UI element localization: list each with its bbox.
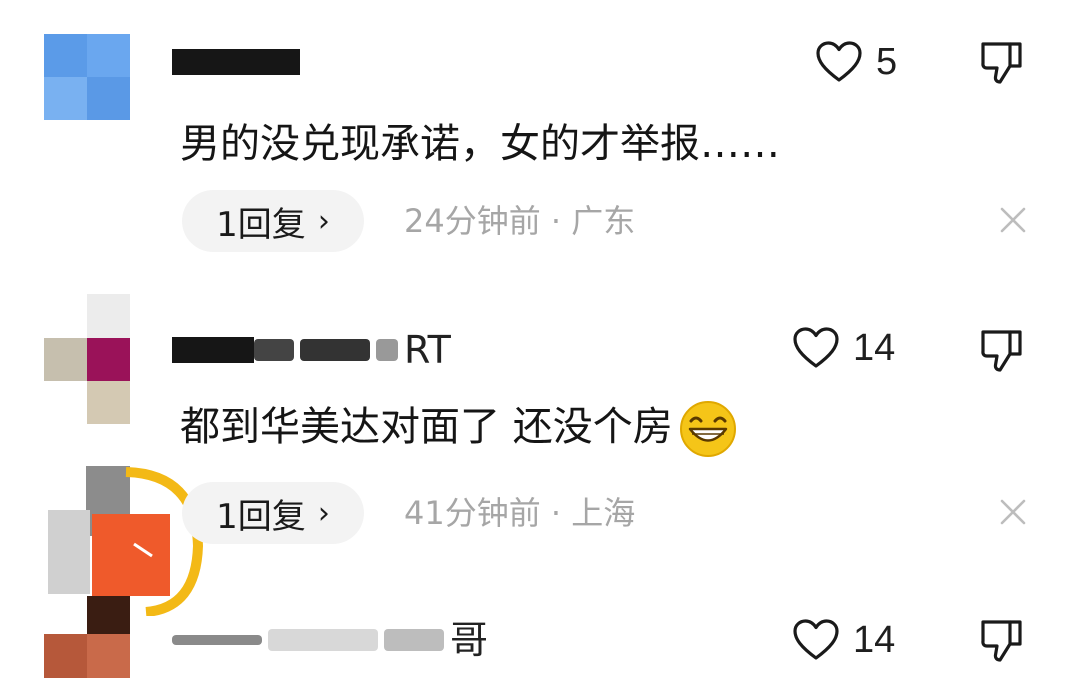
redacted-name bbox=[172, 49, 300, 75]
comment-item: RT 14 都到华美达对面了 还没个房 1回复 › 41分钟前 · 上海 bbox=[0, 280, 1080, 616]
view-replies-button[interactable]: 1回复 › bbox=[182, 190, 364, 252]
thumbs-down-icon[interactable] bbox=[980, 618, 1024, 664]
like-count: 14 bbox=[853, 618, 896, 661]
comment-item: 5 男的没兑现承诺，女的才举报…… 1回复 › 24分钟前 · 广东 bbox=[0, 0, 1080, 270]
heart-outline-icon bbox=[793, 619, 839, 660]
comment-meta: 41分钟前 · 上海 bbox=[404, 493, 635, 533]
grinning-face-emoji bbox=[679, 401, 736, 457]
chevron-right-icon: › bbox=[317, 495, 330, 531]
heart-outline-icon bbox=[816, 41, 862, 82]
username[interactable]: 哥 bbox=[172, 620, 488, 660]
chevron-right-icon: › bbox=[317, 203, 330, 239]
view-replies-button[interactable]: 1回复 › bbox=[182, 482, 364, 544]
reply-label: 1回复 bbox=[216, 496, 306, 537]
like-button[interactable]: 14 bbox=[793, 322, 895, 374]
like-count: 5 bbox=[876, 40, 898, 83]
location: 广东 bbox=[571, 202, 636, 240]
comment-text: 都到华美达对面了 还没个房 bbox=[180, 400, 737, 458]
comment-text: 男的没兑现承诺，女的才举报…… bbox=[180, 121, 780, 167]
separator: · bbox=[550, 202, 562, 240]
timestamp: 24分钟前 bbox=[404, 202, 541, 240]
thumbs-down-icon[interactable] bbox=[980, 328, 1024, 374]
avatar[interactable] bbox=[44, 294, 130, 424]
heart-outline-icon bbox=[793, 327, 839, 368]
redacted-name bbox=[172, 337, 254, 363]
username[interactable] bbox=[172, 42, 300, 82]
like-button[interactable]: 5 bbox=[816, 36, 897, 88]
close-icon[interactable] bbox=[999, 498, 1027, 526]
like-button[interactable]: 14 bbox=[793, 614, 895, 666]
reply-label: 1回复 bbox=[216, 204, 306, 245]
separator: · bbox=[550, 494, 562, 532]
like-count: 14 bbox=[853, 326, 896, 369]
location: 上海 bbox=[571, 494, 636, 532]
username[interactable]: RT bbox=[172, 330, 451, 370]
timestamp: 41分钟前 bbox=[404, 494, 541, 532]
close-icon[interactable] bbox=[999, 206, 1027, 234]
avatar[interactable] bbox=[44, 34, 130, 120]
avatar[interactable] bbox=[44, 596, 130, 678]
thumbs-down-icon[interactable] bbox=[980, 40, 1024, 86]
comment-meta: 24分钟前 · 广东 bbox=[404, 201, 635, 241]
comment-item: 哥 14 bbox=[0, 590, 1080, 678]
